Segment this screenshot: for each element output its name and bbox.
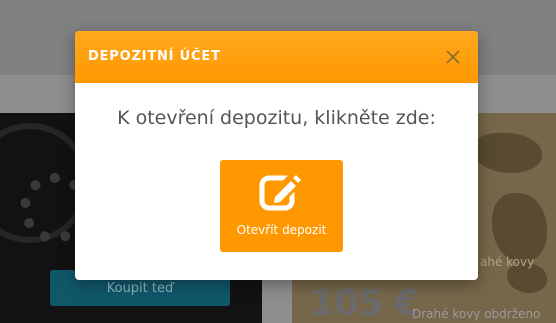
card-caption: Drahé kovy obdrženo xyxy=(412,307,541,321)
edit-icon xyxy=(258,170,304,214)
modal-header: DEPOZITNÍ ÚČET xyxy=(75,31,478,83)
close-icon[interactable] xyxy=(444,48,462,66)
world-map-image xyxy=(492,193,547,263)
open-deposit-button[interactable]: Otevřít depozit xyxy=(220,160,343,252)
modal-message: K otevření depozitu, klikněte zde: xyxy=(117,107,436,129)
world-map-image xyxy=(472,133,542,173)
deposit-account-modal: DEPOZITNÍ ÚČET K otevření depozitu, klik… xyxy=(75,31,478,280)
price-value: 105 € xyxy=(310,283,419,323)
card-caption: ahé kovy xyxy=(480,255,535,269)
open-deposit-label: Otevřít depozit xyxy=(236,223,327,237)
modal-title: DEPOZITNÍ ÚČET xyxy=(88,49,221,64)
